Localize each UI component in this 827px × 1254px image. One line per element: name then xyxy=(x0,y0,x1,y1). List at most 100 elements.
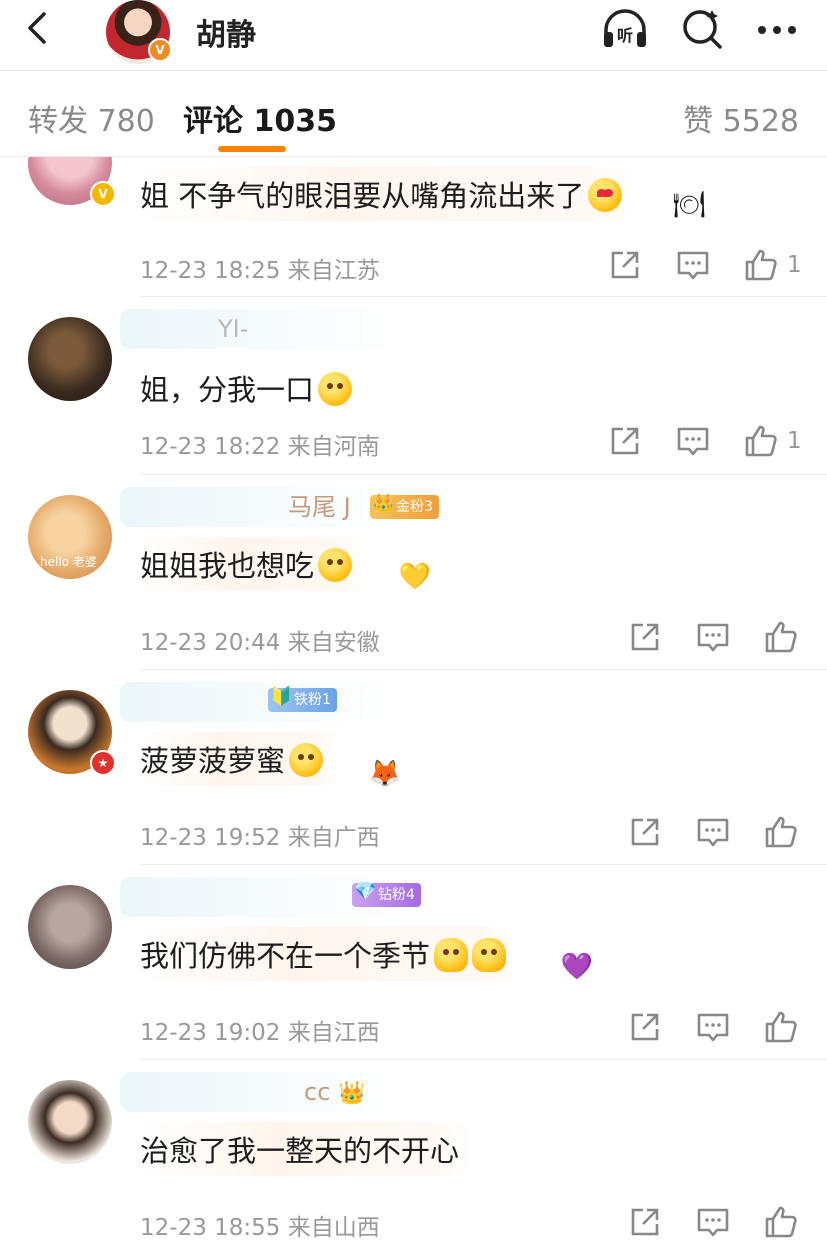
comment-location: 来自广西 xyxy=(287,825,380,851)
comment-actions: 1 xyxy=(575,423,802,459)
comment-text-content: 姐姐我也想吃 xyxy=(140,549,315,583)
like-control[interactable]: 1 xyxy=(743,423,802,459)
commenter-username[interactable]: 马尾 J xyxy=(120,487,398,527)
thumbs-up-icon[interactable] xyxy=(763,1009,799,1045)
comment-item: V 姐 不争气的眼泪要从嘴角流出来了 🍽 12-23 18:25 来自江苏 1 xyxy=(0,157,827,297)
melting-emoji-icon xyxy=(434,938,469,972)
share-icon[interactable] xyxy=(627,814,663,850)
commenter-username[interactable]: cc 👑 xyxy=(120,1072,398,1112)
more-dots-icon[interactable] xyxy=(752,6,802,52)
crown-icon: 🔰 xyxy=(270,686,293,707)
author-name[interactable]: 胡静 xyxy=(196,10,256,54)
gold-gem-sticker-icon: 💛 xyxy=(398,562,432,592)
comment-item: YI- 姐，分我一口 12-23 18:22 来自河南 1 xyxy=(0,297,827,475)
comment-icon[interactable] xyxy=(695,1009,731,1045)
search-icon[interactable] xyxy=(678,6,728,52)
commenter-avatar[interactable] xyxy=(28,885,112,969)
top-bar: V 胡静 听 xyxy=(0,0,827,71)
comment-time: 12-23 18:25 xyxy=(140,258,281,284)
username-text: cc xyxy=(304,1078,331,1106)
comment-icon[interactable] xyxy=(675,247,711,283)
comment-actions xyxy=(595,1009,799,1045)
commenter-avatar[interactable] xyxy=(28,317,112,401)
comment-location: 来自河南 xyxy=(287,434,380,460)
commenter-username[interactable] xyxy=(120,682,398,722)
thumbs-up-icon[interactable] xyxy=(743,247,779,283)
verified-badge: V xyxy=(90,181,116,207)
comment-actions xyxy=(595,1204,799,1240)
comment-text-content: 我们仿佛不在一个季节 xyxy=(140,939,431,973)
fan-badge-label: 金粉3 xyxy=(396,499,433,515)
crown-icon: 👑 xyxy=(372,493,395,514)
comment-item: ★ 🔰 铁粉1 菠萝菠萝蜜 🦊 12-23 19:52 来自广西 xyxy=(0,670,827,865)
comment-time: 12-23 18:22 xyxy=(140,434,281,460)
headphones-icon[interactable]: 听 xyxy=(600,6,650,52)
share-icon[interactable] xyxy=(627,619,663,655)
commenter-avatar[interactable]: V xyxy=(28,157,116,207)
avatar-caption: hello 老婆 xyxy=(40,555,97,569)
author-avatar[interactable]: V xyxy=(106,0,172,64)
thumbs-up-icon[interactable] xyxy=(763,814,799,850)
melting-emoji-icon xyxy=(472,938,507,972)
comment-actions xyxy=(595,814,799,850)
share-icon[interactable] xyxy=(607,423,643,459)
comment-time: 12-23 19:52 xyxy=(140,825,281,851)
member-badge: ★ xyxy=(90,750,116,776)
verified-badge: V xyxy=(148,38,172,62)
commenter-avatar[interactable] xyxy=(28,1080,112,1164)
comment-text[interactable]: 我们仿佛不在一个季节 xyxy=(140,927,519,981)
thumbs-up-icon[interactable] xyxy=(743,423,779,459)
comment-time: 12-23 19:02 xyxy=(140,1020,281,1046)
comment-icon[interactable] xyxy=(695,619,731,655)
comment-icon[interactable] xyxy=(695,814,731,850)
svg-text:听: 听 xyxy=(617,26,633,45)
commenter-avatar[interactable]: ★ xyxy=(28,690,116,776)
comment-icon[interactable] xyxy=(675,423,711,459)
purple-gem-sticker-icon: 💜 xyxy=(560,952,594,982)
fan-badge-label: 铁粉1 xyxy=(294,692,331,708)
tab-comments[interactable]: 评论 1035 xyxy=(183,96,337,140)
crown-icon: 👑 xyxy=(338,1081,366,1106)
like-control[interactable]: 1 xyxy=(743,247,802,283)
comment-text-content: 姐，分我一口 xyxy=(140,373,315,407)
share-icon[interactable] xyxy=(607,247,643,283)
comment-icon[interactable] xyxy=(695,1204,731,1240)
share-icon[interactable] xyxy=(627,1009,663,1045)
comment-time: 12-23 20:44 xyxy=(140,630,281,656)
tab-likes[interactable]: 赞 5528 xyxy=(683,96,799,140)
thumbs-up-icon[interactable] xyxy=(763,1204,799,1240)
comment-actions: 1 xyxy=(575,247,802,283)
fan-badge[interactable]: 🔰 铁粉1 xyxy=(268,686,337,712)
fan-badge[interactable]: 💎 钻粉4 xyxy=(352,881,421,907)
active-tab-indicator xyxy=(218,146,286,152)
comment-actions xyxy=(595,619,799,655)
decoration-sticker-icon: 🍽 xyxy=(672,190,706,220)
like-count: 1 xyxy=(787,428,802,454)
thumbs-up-icon[interactable] xyxy=(763,619,799,655)
tab-bar: 转发 780 评论 1035 赞 5528 xyxy=(0,72,827,157)
crown-icon: 💎 xyxy=(354,881,377,902)
comment-text[interactable]: 姐，分我一口 xyxy=(140,361,364,415)
back-chevron-icon[interactable] xyxy=(18,8,58,48)
commenter-username[interactable]: YI- xyxy=(120,309,398,349)
comment-meta: 12-23 18:55 来自山西 xyxy=(140,1208,380,1242)
comment-meta: 12-23 18:22 来自河南 xyxy=(140,427,380,461)
comment-text[interactable]: 姐 不争气的眼泪要从嘴角流出来了 xyxy=(140,167,635,221)
comment-text[interactable]: 治愈了我一整天的不开心 xyxy=(140,1122,472,1176)
comment-location: 来自山西 xyxy=(287,1215,380,1241)
username-text: 马尾 J xyxy=(288,493,351,521)
fan-badge[interactable]: 👑 金粉3 xyxy=(370,493,439,519)
comment-location: 来自江苏 xyxy=(287,258,380,284)
comment-text[interactable]: 菠萝菠萝蜜 xyxy=(140,732,336,786)
comment-text[interactable]: 姐姐我也想吃 xyxy=(140,537,365,591)
hugging-emoji-icon xyxy=(289,743,324,777)
comment-item: 💎 钻粉4 我们仿佛不在一个季节 💜 12-23 19:02 来自江西 xyxy=(0,865,827,1060)
commenter-avatar[interactable]: hello 老婆 xyxy=(28,495,112,579)
comment-time: 12-23 18:55 xyxy=(140,1215,281,1241)
heart-eyes-emoji-icon xyxy=(588,178,623,212)
comment-meta: 12-23 20:44 来自安徽 xyxy=(140,623,380,657)
comment-meta: 12-23 19:02 来自江西 xyxy=(140,1013,380,1047)
share-icon[interactable] xyxy=(627,1204,663,1240)
tab-reposts[interactable]: 转发 780 xyxy=(28,96,155,140)
comment-list: V 姐 不争气的眼泪要从嘴角流出来了 🍽 12-23 18:25 来自江苏 1 … xyxy=(0,157,827,1254)
